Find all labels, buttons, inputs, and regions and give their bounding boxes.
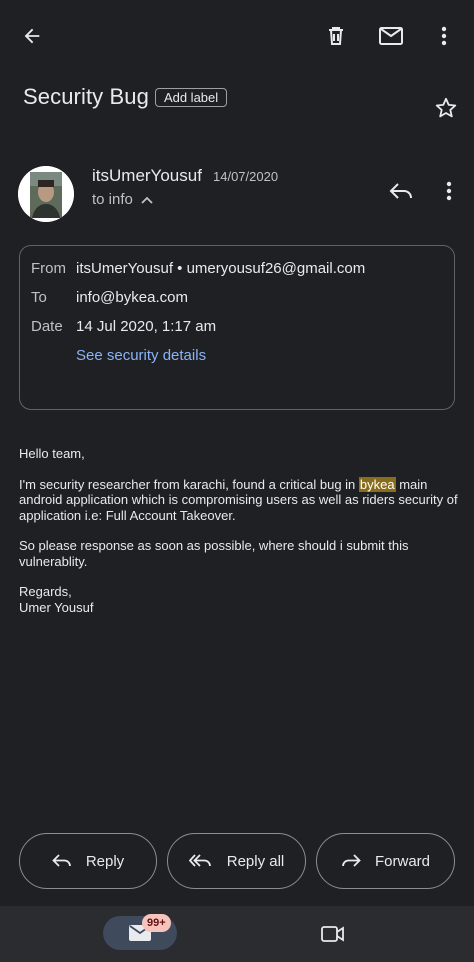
email-body: Hello team, I'm security researcher from… [19,446,459,615]
sender-header: itsUmerYousuf 14/07/2020 to info [18,166,468,222]
bottom-navigation: 99+ [0,906,474,962]
top-app-bar [0,0,474,72]
mark-unread-button[interactable] [372,20,410,52]
reply-all-label: Reply all [226,852,285,870]
to-label: To [31,289,47,306]
reply-icon-button[interactable] [384,176,418,206]
to-value[interactable]: info@bykea.com [76,289,188,306]
body-p1-start: I'm security researcher from karachi, fo… [19,476,359,492]
to-line-text: to info [92,191,133,208]
reply-icon [389,183,412,199]
body-signature: Umer Yousuf [19,599,94,615]
back-button[interactable] [14,20,50,52]
reply-button[interactable]: Reply [19,833,157,889]
message-more-button[interactable] [436,176,462,206]
date-label: Date [31,318,63,335]
email-date: 14/07/2020 [213,169,279,184]
date-value: 14 Jul 2020, 1:17 am [76,318,217,335]
arrow-back-icon [24,28,40,44]
video-camera-icon [321,926,344,942]
body-paragraph-1: I'm security researcher from karachi, fo… [19,476,459,524]
avatar-photo [18,166,74,222]
recipient-toggle[interactable]: to info [92,191,153,208]
forward-button[interactable]: Forward [316,833,455,889]
message-details-card: From itsUmerYousuf • umeryousuf26@gmail.… [19,245,455,410]
search-highlight: bykea [358,476,396,492]
body-paragraph-2: So please response as soon as possible, … [19,538,409,569]
body-closing: Regards, [19,584,72,599]
chevron-up-icon [141,196,153,204]
mail-icon [379,27,403,45]
subject-row: Security Bug Add label [23,84,228,110]
body-greeting: Hello team, [19,446,85,461]
avatar[interactable] [18,166,74,222]
from-row: From itsUmerYousuf • umeryousuf26@gmail.… [31,260,365,277]
star-icon [435,97,457,118]
reply-all-button[interactable]: Reply all [167,833,306,889]
reply-label: Reply [85,852,125,870]
sender-name[interactable]: itsUmerYousuf [92,166,202,186]
unread-count-badge: 99+ [142,914,171,932]
reply-icon [52,854,71,867]
from-label: From [31,260,66,277]
email-subject: Security Bug [23,84,149,109]
reply-all-icon [188,854,211,867]
from-value[interactable]: itsUmerYousuf • umeryousuf26@gmail.com [76,260,365,277]
more-options-button[interactable] [430,20,458,52]
security-details-link[interactable]: See security details [76,347,206,364]
add-label-button[interactable]: Add label [154,87,228,107]
star-button[interactable] [434,96,458,125]
more-vert-icon [446,181,452,201]
forward-icon [342,854,361,867]
more-vert-icon [441,26,447,46]
delete-button[interactable] [318,20,354,52]
trash-icon [329,27,343,45]
nav-meet-tab[interactable] [320,924,346,949]
date-row: Date 14 Jul 2020, 1:17 am [31,318,216,335]
forward-label: Forward [374,852,430,870]
to-row: To info@bykea.com [31,289,188,306]
